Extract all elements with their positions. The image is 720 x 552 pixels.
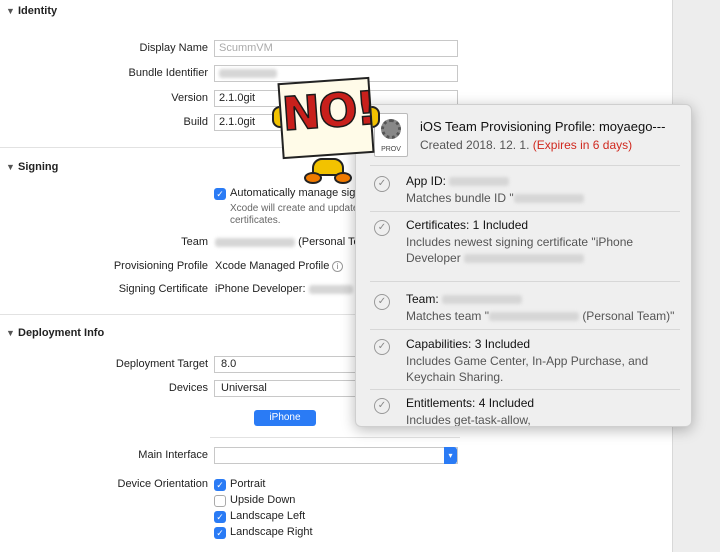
landscape-left-label: Landscape Left: [230, 510, 306, 522]
auto-manage-desc-line2: certificates.: [230, 215, 281, 226]
sticker-foot: [304, 172, 322, 184]
deployment-target-label: Deployment Target: [115, 358, 208, 370]
redacted-text: [308, 284, 353, 294]
disclosure-triangle-icon[interactable]: ▼: [6, 1, 15, 21]
auto-manage-checkbox[interactable]: ✓: [214, 188, 226, 200]
device-orientation-label: Device Orientation: [117, 478, 209, 490]
divider: [370, 211, 680, 212]
redacted-text: [219, 68, 277, 78]
bundle-identifier-label: Bundle Identifier: [128, 67, 209, 79]
display-name-field[interactable]: ScummVM: [214, 40, 458, 57]
version-label: Version: [171, 92, 208, 104]
redacted-text: [513, 194, 584, 204]
signing-certificate-value[interactable]: iPhone Developer:: [215, 281, 353, 298]
disclosure-triangle-icon[interactable]: ▼: [6, 157, 15, 177]
provisioning-profile-popover: PROV iOS Team Provisioning Profile: moya…: [355, 104, 692, 427]
build-label: Build: [183, 116, 208, 128]
no-sign-sticker: NO!: [272, 76, 382, 188]
redacted-text: [442, 295, 523, 305]
provisioning-profile-label: Provisioning Profile: [113, 260, 208, 272]
main-interface-label: Main Interface: [138, 449, 208, 461]
checkmark-circle-icon: ✓: [374, 398, 390, 414]
popover-title: iOS Team Provisioning Profile: moyaego--…: [420, 119, 666, 134]
portrait-label: Portrait: [230, 478, 266, 490]
redacted-text: [464, 254, 585, 264]
info-icon[interactable]: i: [332, 261, 343, 272]
deployment-target-select[interactable]: 8.0: [214, 356, 358, 373]
tab-iphone[interactable]: iPhone: [254, 410, 316, 426]
redacted-text: [488, 312, 579, 322]
sticker-foot: [334, 172, 352, 184]
checkmark-circle-icon: ✓: [374, 294, 390, 310]
disclosure-triangle-icon[interactable]: ▼: [6, 323, 15, 343]
upside-down-checkbox[interactable]: [214, 495, 226, 507]
landscape-right-label: Landscape Right: [230, 526, 313, 538]
team-value[interactable]: (Personal Te: [215, 234, 360, 251]
expires-text: (Expires in 6 days): [532, 138, 633, 152]
sticker-text: NO!: [279, 80, 377, 142]
checkmark-circle-icon: ✓: [374, 220, 390, 236]
divider: [370, 281, 680, 282]
display-name-label: Display Name: [139, 42, 208, 54]
deployment-info-header[interactable]: ▼ Deployment Info: [0, 323, 104, 343]
provisioning-profile-value: Xcode Managed Profile: [215, 260, 330, 272]
devices-label: Devices: [168, 382, 208, 394]
divider: [370, 389, 680, 390]
team-label: Team: [181, 236, 208, 248]
identity-header[interactable]: ▼ Identity: [0, 1, 57, 21]
landscape-left-checkbox[interactable]: ✓: [214, 511, 226, 523]
upside-down-label: Upside Down: [230, 494, 296, 506]
redacted-text: [449, 177, 510, 187]
gear-icon: [381, 119, 401, 139]
checkmark-circle-icon: ✓: [374, 339, 390, 355]
signing-header[interactable]: ▼ Signing: [0, 157, 58, 177]
redacted-text: [215, 237, 295, 247]
main-interface-select[interactable]: ▾: [214, 447, 458, 464]
portrait-checkbox[interactable]: ✓: [214, 479, 226, 491]
divider: [210, 437, 460, 438]
popover-created: Created 2018. 12. 1. (Expires in 6 days): [420, 138, 633, 152]
divider: [370, 329, 680, 330]
chevron-down-icon[interactable]: ▾: [444, 447, 457, 464]
devices-select[interactable]: Universal: [214, 380, 358, 397]
popover-header: PROV iOS Team Provisioning Profile: moya…: [356, 105, 691, 165]
signing-certificate-label: Signing Certificate: [118, 283, 208, 295]
divider: [370, 165, 680, 166]
landscape-right-checkbox[interactable]: ✓: [214, 527, 226, 539]
